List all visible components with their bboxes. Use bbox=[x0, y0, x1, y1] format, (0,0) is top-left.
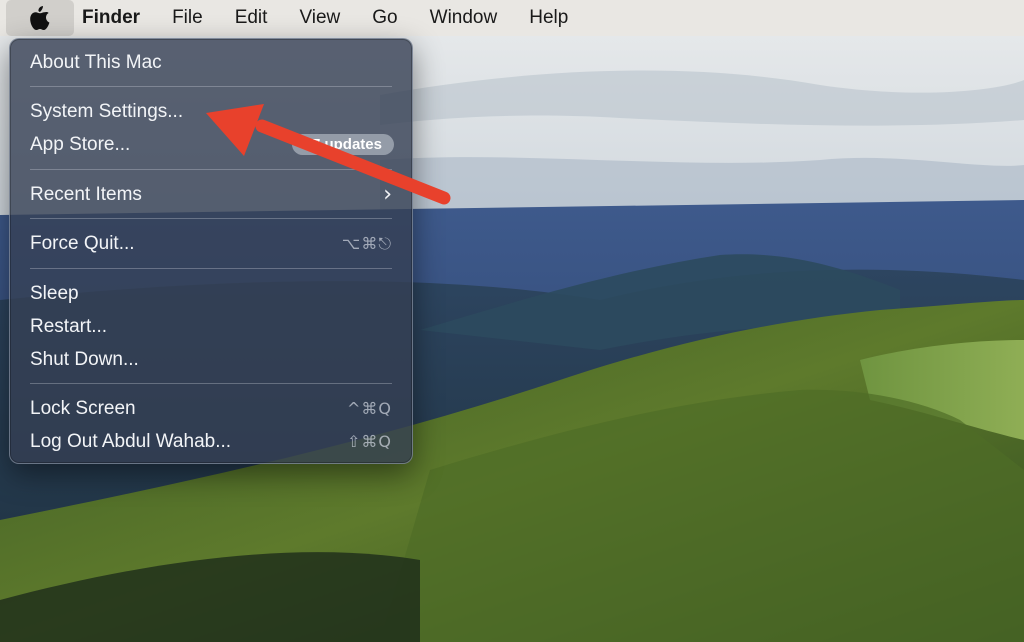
menu-finder[interactable]: Finder bbox=[74, 0, 156, 36]
menu-item-label: Recent Items bbox=[30, 183, 142, 205]
menu-item-label: App Store... bbox=[30, 133, 131, 155]
menu-help[interactable]: Help bbox=[513, 0, 584, 36]
apple-logo-icon bbox=[30, 6, 50, 30]
menu-item-label: Restart... bbox=[30, 315, 108, 337]
menu-item-force-quit[interactable]: Force Quit... ⌥⌘⎋ bbox=[30, 227, 392, 260]
menu-item-label: Shut Down... bbox=[30, 348, 139, 370]
menu-item-label: Lock Screen bbox=[30, 397, 136, 419]
menu-view[interactable]: View bbox=[283, 0, 356, 36]
updates-badge: 17 updates bbox=[291, 134, 394, 155]
menu-item-about-this-mac[interactable]: About This Mac bbox=[30, 46, 392, 79]
menu-item-app-store[interactable]: App Store... 17 updates bbox=[30, 128, 394, 161]
menu-bar: Finder File Edit View Go Window Help bbox=[0, 0, 1024, 36]
menu-item-shut-down[interactable]: Shut Down... bbox=[30, 343, 392, 376]
keyboard-shortcut: ⌥⌘⎋ bbox=[341, 233, 392, 253]
apple-menu-dropdown: About This Mac System Settings... App St… bbox=[9, 38, 413, 464]
menu-item-system-settings[interactable]: System Settings... bbox=[30, 95, 392, 128]
menu-separator bbox=[30, 218, 392, 219]
menu-separator bbox=[30, 86, 392, 87]
menu-window[interactable]: Window bbox=[414, 0, 514, 36]
menu-item-label: About This Mac bbox=[30, 51, 162, 73]
chevron-right-icon: › bbox=[383, 181, 392, 207]
menu-item-label: Log Out Abdul Wahab... bbox=[30, 430, 232, 452]
menu-item-label: Sleep bbox=[30, 282, 79, 304]
menu-separator bbox=[30, 268, 392, 269]
menu-item-label: System Settings... bbox=[30, 100, 184, 122]
keyboard-shortcut: ⇧⌘Q bbox=[347, 432, 392, 451]
menu-file[interactable]: File bbox=[156, 0, 219, 36]
menu-item-sleep[interactable]: Sleep bbox=[30, 277, 392, 310]
apple-menu-button[interactable] bbox=[6, 0, 74, 36]
menu-item-restart[interactable]: Restart... bbox=[30, 310, 392, 343]
menu-edit[interactable]: Edit bbox=[219, 0, 284, 36]
menu-separator bbox=[30, 383, 392, 384]
menu-item-log-out[interactable]: Log Out Abdul Wahab... ⇧⌘Q bbox=[30, 425, 392, 458]
menu-item-lock-screen[interactable]: Lock Screen ^⌘Q bbox=[30, 392, 392, 425]
menu-separator bbox=[30, 169, 392, 170]
menu-item-label: Force Quit... bbox=[30, 232, 135, 254]
menu-item-recent-items[interactable]: Recent Items › bbox=[30, 178, 392, 211]
keyboard-shortcut: ^⌘Q bbox=[347, 399, 392, 418]
menu-go[interactable]: Go bbox=[356, 0, 413, 36]
